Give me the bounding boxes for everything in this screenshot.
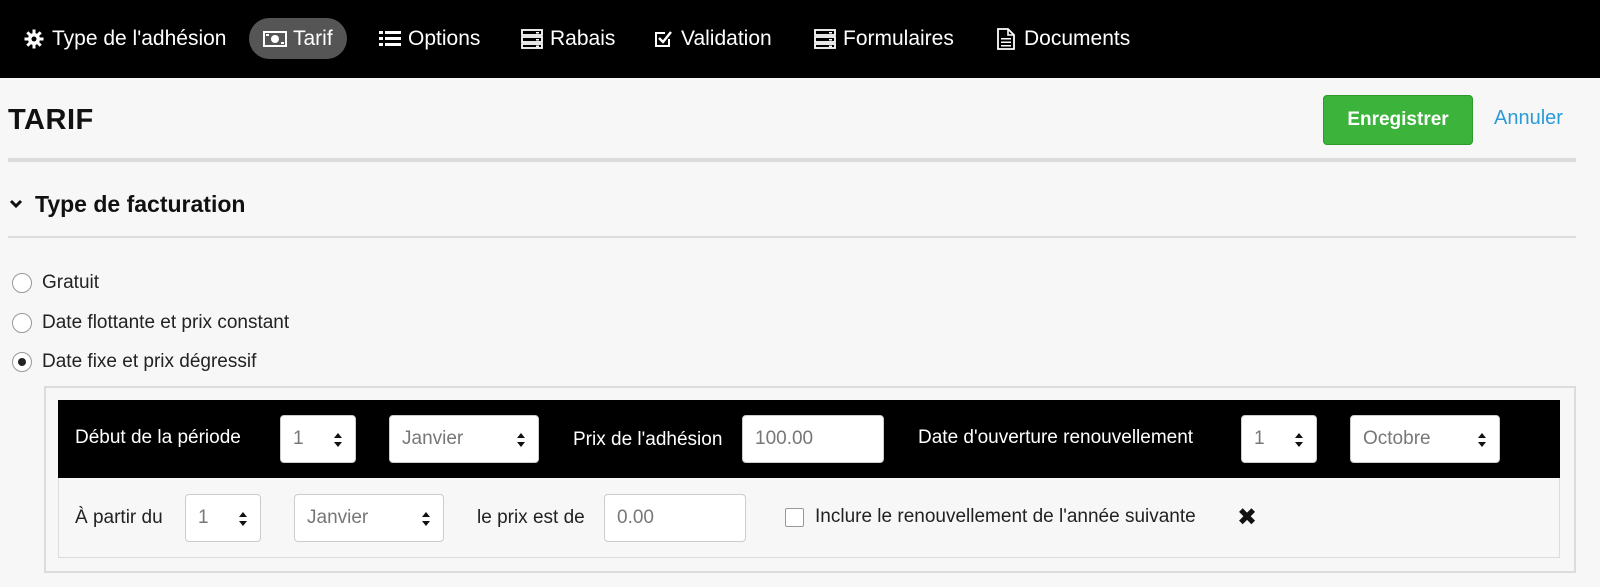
price-label: Prix de l'adhésion — [573, 429, 723, 450]
chevron-down-icon[interactable] — [8, 196, 24, 212]
tab-label: Options — [408, 26, 481, 50]
tab-options[interactable]: Options — [364, 18, 494, 59]
start-month-select[interactable]: Janvier — [389, 415, 539, 463]
section-divider — [8, 236, 1576, 238]
select-value: 1 — [293, 428, 304, 449]
from-day-select[interactable]: 1 — [185, 494, 261, 542]
radio-option-date-flottante[interactable]: Date flottante et prix constant — [12, 311, 289, 335]
select-value: 1 — [198, 507, 209, 528]
tab-label: Documents — [1024, 26, 1131, 50]
tab-rabais[interactable]: Rabais — [506, 18, 629, 59]
input-value: 100.00 — [755, 428, 814, 449]
radio-label: Date flottante et prix constant — [42, 312, 290, 333]
check-square-icon — [651, 28, 675, 50]
radio-button[interactable] — [12, 313, 32, 333]
sort-caret-icon — [334, 433, 342, 447]
start-label: Début de la période — [75, 427, 241, 448]
tab-type-adhesion[interactable]: Type de l'adhésion — [8, 18, 240, 59]
header-divider — [8, 158, 1576, 162]
select-value: Janvier — [307, 507, 369, 528]
tab-label: Tarif — [293, 26, 333, 50]
tab-label: Type de l'adhésion — [52, 26, 227, 50]
radio-option-gratuit[interactable]: Gratuit — [12, 271, 99, 295]
cancel-link[interactable]: Annuler — [1494, 107, 1563, 130]
section-title[interactable]: Type de facturation — [35, 191, 245, 218]
tier-row — [58, 478, 1560, 558]
tab-label: Validation — [681, 26, 772, 50]
radio-button[interactable] — [12, 273, 32, 293]
renewal-month-select[interactable]: Octobre — [1350, 415, 1500, 463]
sort-caret-icon — [1295, 433, 1303, 447]
input-placeholder: 0.00 — [617, 507, 654, 528]
radio-label: Date fixe et prix dégressif — [42, 351, 257, 372]
include-renewal-label: Inclure le renouvellement de l'année sui… — [815, 506, 1196, 527]
include-renewal-checkbox[interactable] — [785, 508, 804, 527]
sort-caret-icon — [239, 512, 247, 526]
select-value: Janvier — [402, 428, 464, 449]
money-icon — [263, 28, 287, 50]
server-icon — [813, 28, 837, 50]
file-icon — [994, 27, 1018, 50]
from-label: À partir du — [75, 507, 163, 528]
tab-documents[interactable]: Documents — [980, 18, 1144, 59]
list-icon — [378, 28, 402, 50]
gear-icon — [22, 28, 46, 50]
select-value: 1 — [1254, 428, 1265, 449]
renewal-label: Date d'ouverture renouvellement — [918, 427, 1194, 448]
tab-label: Formulaires — [843, 26, 954, 50]
start-day-select[interactable]: 1 — [280, 415, 356, 463]
from-month-select[interactable]: Janvier — [294, 494, 444, 542]
save-button[interactable]: Enregistrer — [1323, 95, 1473, 145]
tab-formulaires[interactable]: Formulaires — [799, 18, 968, 59]
tab-label: Rabais — [550, 26, 616, 50]
price-input[interactable]: 100.00 — [742, 415, 884, 463]
radio-label: Gratuit — [42, 272, 100, 293]
select-value: Octobre — [1363, 428, 1431, 449]
renewal-day-select[interactable]: 1 — [1241, 415, 1317, 463]
tab-validation[interactable]: Validation — [637, 18, 786, 59]
radio-option-date-fixe[interactable]: Date fixe et prix dégressif — [12, 350, 256, 374]
radio-button-checked[interactable] — [12, 352, 32, 372]
remove-icon[interactable]: ✖ — [1237, 506, 1257, 530]
tier-price-input[interactable]: 0.00 — [604, 494, 746, 542]
tab-tarif[interactable]: Tarif — [249, 18, 347, 59]
sort-caret-icon — [422, 512, 430, 526]
page-title: TARIF — [8, 104, 94, 136]
sort-caret-icon — [1478, 433, 1486, 447]
tier-price-label: le prix est de — [477, 507, 585, 528]
top-nav: Type de l'adhésion Tarif Options Rabais … — [0, 0, 1600, 78]
server-icon — [520, 28, 544, 50]
sort-caret-icon — [517, 433, 525, 447]
